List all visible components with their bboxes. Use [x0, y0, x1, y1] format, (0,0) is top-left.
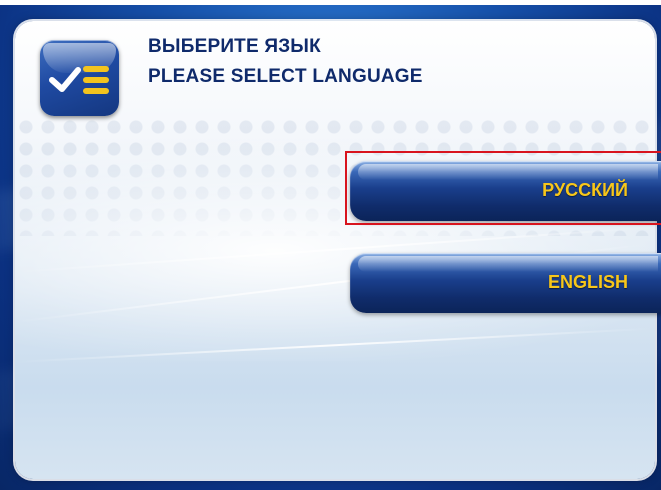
checklist-icon: [40, 40, 119, 116]
page-title-russian: ВЫБЕРИТЕ ЯЗЫК: [148, 36, 321, 57]
russian-language-label: РУССКИЙ: [542, 180, 628, 200]
english-language-label: ENGLISH: [547, 272, 628, 292]
russian-language-button[interactable]: РУССКИЙ: [350, 161, 661, 221]
atm-screen: ВЫБЕРИТЕ ЯЗЫК PLEASE SELECT LANGUAGE РУС…: [0, 0, 661, 490]
page-title-english: PLEASE SELECT LANGUAGE: [148, 66, 423, 87]
checklist-icon-graphic: [49, 66, 109, 94]
button-shine: [358, 256, 658, 272]
english-language-button[interactable]: ENGLISH: [350, 253, 661, 313]
button-shine: [358, 164, 658, 180]
